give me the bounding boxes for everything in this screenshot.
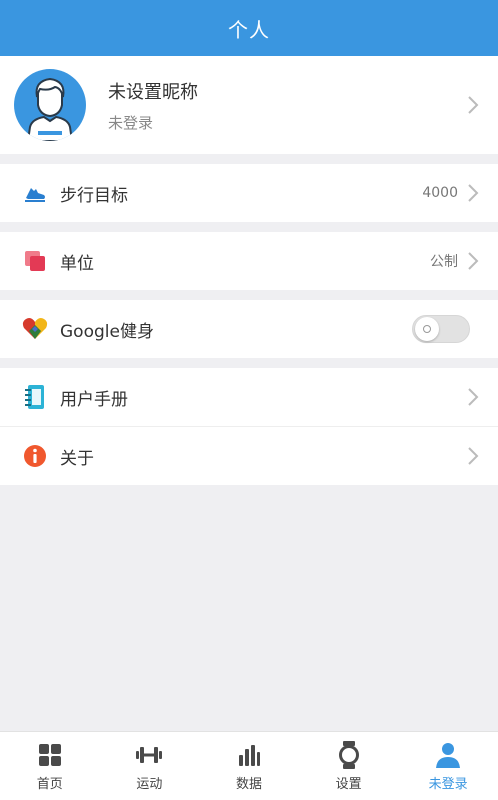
google-fit-heart-icon [22,316,48,342]
google-fit-card: Google健身 [0,300,498,358]
tab-label: 数据 [235,776,262,792]
about-row[interactable]: 关于 [0,426,498,485]
step-goal-value: 4000 [422,185,458,201]
profile-card[interactable]: 未设置昵称 未登录 [0,56,498,154]
tab-profile[interactable]: 未登录 [398,732,498,800]
profile-login-status: 未登录 [108,113,154,132]
tab-data[interactable]: 数据 [199,732,299,800]
avatar [14,69,86,141]
user-avatar-icon [26,77,74,141]
dumbbell-icon [135,741,163,769]
shoe-icon [22,180,48,206]
tab-label: 运动 [136,776,163,792]
unit-row[interactable]: 单位 公制 [0,232,498,290]
tab-label: 设置 [335,776,362,792]
unit-card: 单位 公制 [0,232,498,290]
home-grid-icon [36,741,64,769]
bar-chart-icon [235,741,263,769]
google-fit-row: Google健身 [0,300,498,358]
toggle-knob [415,317,439,341]
manual-row[interactable]: 用户手册 [0,368,498,426]
notebook-icon [22,384,48,410]
app-header: 个人 [0,0,498,56]
google-fit-label: Google健身 [60,321,154,342]
chevron-right-icon [468,388,479,406]
page-title: 个人 [228,17,270,42]
help-card: 用户手册 关于 [0,368,498,485]
chevron-right-icon [468,96,479,114]
user-icon [434,741,462,769]
unit-icon [22,248,48,274]
unit-label: 单位 [60,253,94,274]
tab-settings[interactable]: 设置 [299,732,399,800]
tab-label: 首页 [36,776,63,792]
unit-value: 公制 [430,254,458,270]
tab-exercise[interactable]: 运动 [100,732,200,800]
step-goal-label: 步行目标 [60,185,128,206]
chevron-right-icon [468,447,479,465]
watch-icon [335,740,363,769]
manual-label: 用户手册 [60,389,128,410]
tab-label: 未登录 [428,776,468,792]
profile-nickname: 未设置昵称 [108,81,198,103]
step-goal-row[interactable]: 步行目标 4000 [0,164,498,222]
step-goal-card: 步行目标 4000 [0,164,498,222]
tab-home[interactable]: 首页 [0,732,100,800]
about-label: 关于 [60,448,94,469]
google-fit-toggle[interactable] [412,315,470,343]
chevron-right-icon [468,184,479,202]
chevron-right-icon [468,252,479,270]
info-icon [22,443,48,469]
bottom-tab-bar: 首页 运动 数据 设置 未登录 [0,731,498,800]
